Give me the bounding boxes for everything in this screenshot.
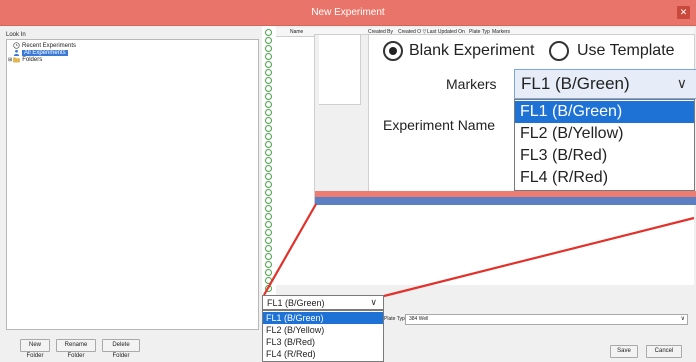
markers-select-small[interactable]: FL1 (B/Green) ∨ (262, 295, 384, 310)
status-icon (265, 221, 272, 228)
save-button[interactable]: Save (610, 345, 638, 358)
clock-icon (13, 42, 20, 49)
status-icon (265, 101, 272, 108)
status-icon (265, 181, 272, 188)
status-icon (265, 237, 272, 244)
folder-icon (13, 57, 20, 63)
window-title: New Experiment (311, 7, 385, 18)
status-icon (265, 189, 272, 196)
delete-folder-button[interactable]: Delete Folder (102, 339, 140, 359)
status-icon (265, 93, 272, 100)
status-icon (265, 117, 272, 124)
status-icon (265, 205, 272, 212)
tree-item-folders[interactable]: ⊞ Folders (8, 56, 42, 64)
zoom-grid-box (319, 35, 361, 105)
status-icon (265, 245, 272, 252)
radio-selected-dot (389, 47, 397, 55)
status-icon (265, 269, 272, 276)
zoom-callout-panel: Blank Experiment Use Template Markers Ex… (314, 34, 696, 205)
markers-dropdown-list-small[interactable]: FL1 (B/Green) FL2 (B/Yellow) FL3 (B/Red)… (262, 310, 384, 362)
cancel-button[interactable]: Cancel (646, 345, 682, 358)
status-icon (265, 229, 272, 236)
marker-option-fl1[interactable]: FL1 (B/Green) (515, 101, 694, 123)
status-icon (265, 61, 272, 68)
plate-type-label: Plate Type (384, 316, 408, 322)
status-icon (265, 253, 272, 260)
chevron-down-icon: ∨ (680, 316, 685, 322)
status-icon-column (262, 26, 276, 297)
blank-experiment-radio[interactable] (383, 41, 403, 61)
rename-folder-button[interactable]: Rename Folder (56, 339, 96, 359)
tree-item-label: Folders (22, 57, 43, 64)
status-icon (265, 157, 272, 164)
new-experiment-window: New Experiment ✕ Look In Recent Experime… (0, 0, 696, 362)
markers-select[interactable]: FL1 (B/Green) ∨ (514, 69, 696, 99)
marker-option-fl4[interactable]: FL4 (R/Red) (515, 167, 694, 189)
new-folder-button[interactable]: New Folder (20, 339, 50, 359)
status-icon (265, 53, 272, 60)
folder-tree[interactable]: Recent Experiments All Experiments ⊞ Fold… (6, 39, 259, 330)
plate-type-select[interactable]: 384 Well ∨ (405, 314, 688, 325)
plate-type-value: 384 Well (409, 316, 429, 322)
markers-select-small-value: FL1 (B/Green) (267, 298, 325, 308)
status-icon (265, 69, 272, 76)
status-icon (265, 165, 272, 172)
status-icon (265, 149, 272, 156)
chevron-down-icon: ∨ (676, 75, 687, 91)
column-header-name[interactable]: Name (290, 29, 303, 35)
marker-option-fl1[interactable]: FL1 (B/Green) (263, 312, 383, 324)
use-template-label: Use Template (577, 42, 675, 59)
status-icon (265, 197, 272, 204)
status-icon (265, 29, 272, 36)
status-icon (265, 109, 272, 116)
expand-icon[interactable]: ⊞ (8, 57, 12, 63)
status-icon (265, 45, 272, 52)
markers-select-value: FL1 (B/Green) (521, 74, 630, 93)
status-icon (265, 141, 272, 148)
look-in-label: Look In (6, 32, 26, 38)
marker-option-fl4[interactable]: FL4 (R/Red) (263, 348, 383, 360)
status-icon (265, 285, 272, 292)
marker-option-fl2[interactable]: FL2 (B/Yellow) (515, 123, 694, 145)
status-icon (265, 213, 272, 220)
zoom-divider-blue (315, 197, 696, 205)
experiment-name-label: Experiment Name (383, 117, 496, 133)
markers-dropdown-list[interactable]: FL1 (B/Green) FL2 (B/Yellow) FL3 (B/Red)… (514, 99, 695, 191)
status-icon (265, 261, 272, 268)
title-bar: New Experiment ✕ (0, 0, 696, 26)
status-icon (265, 173, 272, 180)
user-icon (13, 49, 20, 56)
close-icon[interactable]: ✕ (677, 6, 690, 19)
status-icon (265, 133, 272, 140)
marker-option-fl3[interactable]: FL3 (B/Red) (515, 145, 694, 167)
marker-option-fl2[interactable]: FL2 (B/Yellow) (263, 324, 383, 336)
status-icon (265, 77, 272, 84)
use-template-radio[interactable] (549, 41, 569, 61)
zoom-left-panel (315, 35, 369, 191)
status-icon (265, 85, 272, 92)
markers-label: Markers (446, 76, 497, 92)
status-icon (265, 37, 272, 44)
status-icon (265, 125, 272, 132)
blank-experiment-label: Blank Experiment (409, 42, 535, 59)
marker-option-fl3[interactable]: FL3 (B/Red) (263, 336, 383, 348)
chevron-down-icon: ∨ (370, 297, 377, 307)
status-icon (265, 277, 272, 284)
